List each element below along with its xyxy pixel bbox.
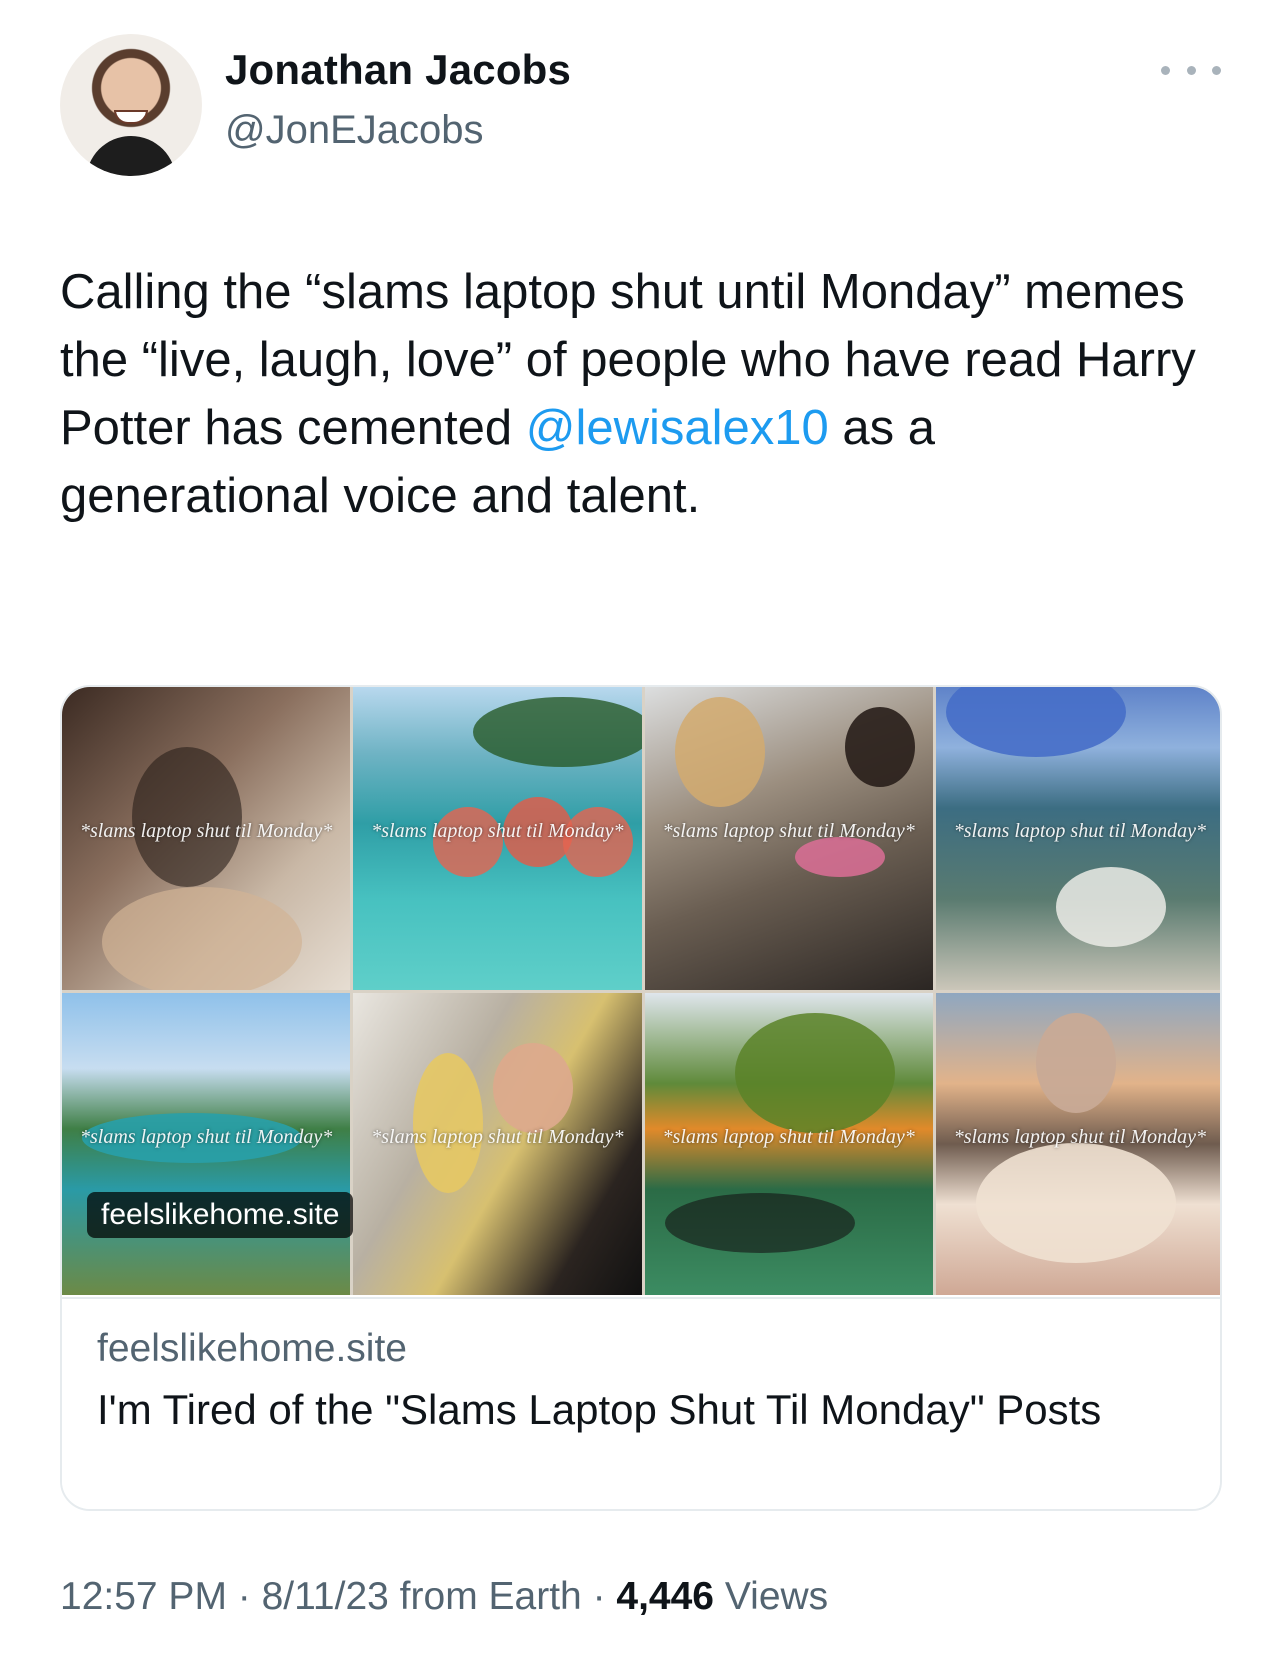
views-label: Views xyxy=(714,1575,829,1618)
tweet-source: from Earth xyxy=(388,1575,582,1618)
tweet-text: Calling the “slams laptop shut until Mon… xyxy=(60,258,1210,530)
card-image-tile: *slams laptop shut til Monday* xyxy=(62,992,351,1295)
card-image-tile: *slams laptop shut til Monday* xyxy=(644,992,933,1295)
card-image-tile: *slams laptop shut til Monday* xyxy=(935,992,1220,1295)
avatar[interactable] xyxy=(60,34,202,176)
card-meta[interactable]: feelslikehome.site I'm Tired of the "Sla… xyxy=(62,1297,1220,1509)
link-card[interactable]: *slams laptop shut til Monday* *slams la… xyxy=(60,685,1222,1511)
card-image-tile: *slams laptop shut til Monday* xyxy=(62,687,351,990)
card-image-tile: *slams laptop shut til Monday* xyxy=(644,687,933,990)
separator: · xyxy=(226,1575,262,1618)
author-handle[interactable]: @JonEJacobs xyxy=(225,108,484,153)
tweet-footer: 12:57 PM · 8/11/23 from Earth · 4,446 Vi… xyxy=(60,1575,828,1619)
more-dot xyxy=(1212,65,1221,75)
image-domain-pill: feelslikehome.site xyxy=(87,1192,354,1238)
card-image-caption: *slams laptop shut til Monday* xyxy=(953,820,1206,843)
mention-link[interactable]: @lewisalex10 xyxy=(526,401,829,455)
avatar-smile xyxy=(114,110,148,124)
avatar-shirt xyxy=(86,136,176,176)
card-domain: feelslikehome.site xyxy=(97,1327,407,1370)
card-image-caption: *slams laptop shut til Monday* xyxy=(371,820,624,843)
card-image-caption: *slams laptop shut til Monday* xyxy=(953,1125,1206,1148)
more-horizontal-icon[interactable] xyxy=(1161,60,1221,80)
more-dot xyxy=(1161,65,1170,75)
card-title: I'm Tired of the "Slams Laptop Shut Til … xyxy=(97,1386,1102,1433)
separator: · xyxy=(581,1575,617,1618)
card-image-caption: *slams laptop shut til Monday* xyxy=(662,820,915,843)
card-image-tile: *slams laptop shut til Monday* xyxy=(353,687,642,990)
card-image-tile: *slams laptop shut til Monday* xyxy=(353,992,642,1295)
card-image-tile: *slams laptop shut til Monday* xyxy=(935,687,1220,990)
card-image-caption: *slams laptop shut til Monday* xyxy=(80,820,333,843)
more-dot xyxy=(1186,65,1196,75)
tweet-date[interactable]: 8/11/23 xyxy=(262,1575,389,1618)
card-image-caption: *slams laptop shut til Monday* xyxy=(371,1125,624,1148)
card-image-caption: *slams laptop shut til Monday* xyxy=(662,1125,915,1148)
card-image-caption: *slams laptop shut til Monday* xyxy=(80,1125,333,1148)
tweet-time[interactable]: 12:57 PM xyxy=(60,1575,227,1618)
author-name[interactable]: Jonathan Jacobs xyxy=(225,46,571,94)
views-count[interactable]: 4,446 xyxy=(616,1575,714,1618)
tweet: Jonathan Jacobs @JonEJacobs Calling the … xyxy=(0,0,1283,1675)
